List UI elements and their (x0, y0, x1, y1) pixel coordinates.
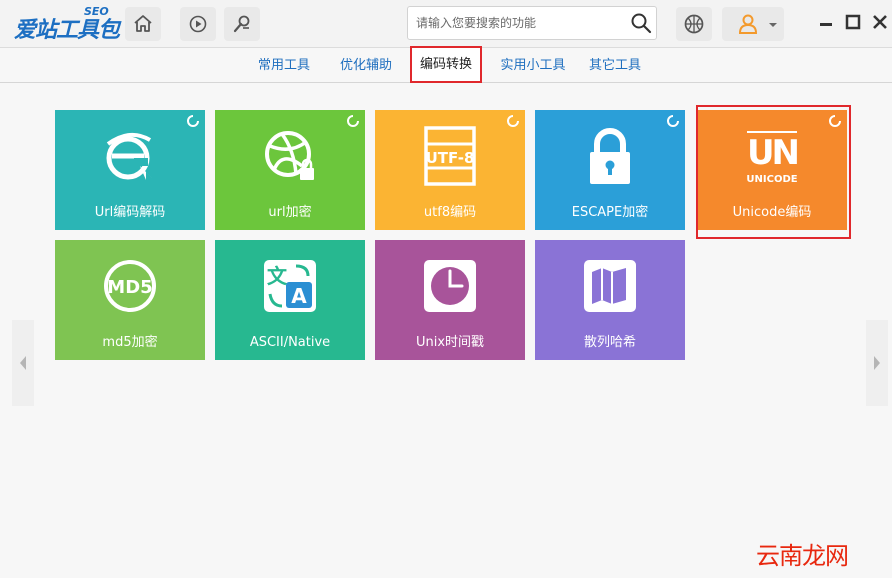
tile-escape-encrypt[interactable]: ESCAPE加密 (535, 110, 685, 230)
play-button[interactable] (180, 7, 216, 41)
utf8-icon-text: UTF-8 (426, 149, 475, 167)
tile-utf8-encode[interactable]: UTF-8 utf8编码 (375, 110, 525, 230)
tile-label: md5加密 (102, 335, 158, 350)
translate-icon-a: A (291, 284, 307, 308)
home-icon (134, 15, 152, 32)
tile-label: ESCAPE加密 (571, 205, 649, 220)
translate-icon-zh: 文 (267, 264, 288, 288)
ie-icon (106, 132, 152, 180)
tab-other-tools[interactable]: 其它工具 (583, 49, 647, 83)
settings-button[interactable] (224, 7, 260, 41)
basketball-icon (684, 14, 704, 34)
translate-icon: A 文 (264, 260, 316, 312)
tile-label: Url编码解码 (94, 205, 166, 220)
dribbble-lock-icon (265, 131, 314, 180)
tile-label: utf8编码 (423, 205, 477, 220)
logo-badge: SEO (84, 5, 109, 18)
search-icon[interactable] (630, 12, 652, 38)
category-tabs: 常用工具 优化辅助 编码转换 实用小工具 其它工具 (0, 46, 892, 83)
clock-icon (424, 260, 476, 312)
search-input[interactable] (416, 7, 626, 39)
user-menu-button[interactable] (722, 7, 784, 41)
tile-unix-timestamp[interactable]: Unix时间戳 (375, 240, 525, 360)
tile-label: Unix时间戳 (415, 335, 485, 350)
md5-icon: MD5 (104, 260, 156, 312)
tab-utilities[interactable]: 实用小工具 (496, 49, 570, 83)
tile-url-encrypt[interactable]: url加密 (215, 110, 365, 230)
maximize-icon[interactable] (845, 14, 861, 30)
tile-hash[interactable]: 散列哈希 (535, 240, 685, 360)
tab-optimization[interactable]: 优化辅助 (334, 49, 398, 83)
minimize-icon[interactable] (818, 14, 834, 30)
chevron-right-icon (874, 356, 880, 370)
user-avatar-icon (738, 14, 758, 34)
prev-page-arrow[interactable] (12, 320, 34, 406)
app-logo: 爱站工具包 SEO (14, 5, 120, 43)
close-icon[interactable] (872, 14, 888, 30)
tile-label: ASCII/Native (249, 335, 331, 350)
tab-common-tools[interactable]: 常用工具 (252, 49, 316, 83)
play-icon (189, 15, 207, 33)
title-bar: 爱站工具包 SEO (0, 0, 892, 48)
wrench-icon (233, 15, 250, 33)
chevron-left-icon (20, 356, 26, 370)
tile-label: url加密 (268, 205, 312, 220)
utf8-icon: UTF-8 (424, 126, 476, 186)
tile-url-encode[interactable]: Url编码解码 (55, 110, 205, 230)
next-page-arrow[interactable] (866, 320, 888, 406)
map-icon (584, 260, 636, 312)
home-button[interactable] (125, 7, 161, 41)
tab-encoding[interactable]: 编码转换 (410, 46, 482, 83)
search-box[interactable] (407, 6, 657, 40)
tile-label: 散列哈希 (583, 335, 636, 350)
tile-md5-encrypt[interactable]: MD5 md5加密 (55, 240, 205, 360)
watermark: 云南龙网 (756, 542, 849, 570)
md5-icon-text: MD5 (107, 277, 152, 298)
lock-icon (590, 128, 630, 184)
tile-ascii-native[interactable]: A 文 ASCII/Native (215, 240, 365, 360)
chevron-down-icon (769, 23, 777, 27)
basketball-button[interactable] (676, 7, 712, 41)
highlight-box (696, 105, 851, 239)
